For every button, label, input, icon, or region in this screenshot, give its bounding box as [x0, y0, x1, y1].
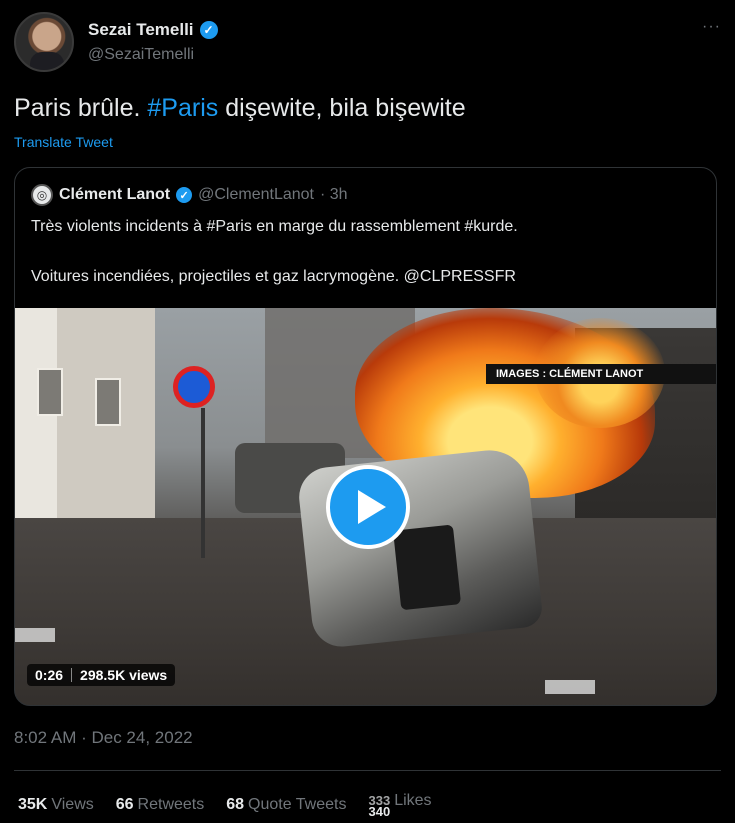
- quoted-author-handle[interactable]: @ClementLanot: [198, 186, 314, 204]
- author-name-row: Sezai Temelli ✓: [88, 20, 218, 40]
- author-display-name[interactable]: Sezai Temelli: [88, 20, 194, 40]
- media-building-left: [15, 308, 155, 538]
- retweets-label: Retweets: [137, 795, 205, 813]
- more-options-icon[interactable]: ···: [702, 18, 721, 36]
- quoted-tweet-header: ◎ Clément Lanot ✓ @ClementLanot · 3h: [31, 184, 348, 206]
- verified-badge-icon: ✓: [199, 21, 218, 39]
- hashtag-link[interactable]: #Paris: [147, 94, 218, 122]
- quote-tweets-label: Quote Tweets: [248, 795, 347, 813]
- views-count: 35K: [18, 795, 48, 813]
- likes-stat[interactable]: 333 340 Likes: [368, 792, 432, 818]
- likes-count-previous: 333: [368, 793, 391, 808]
- tweet-stats: 35K Views 66 Retweets 68 Quote Tweets 33…: [18, 792, 432, 818]
- tweet-text-before: Paris brûle.: [14, 94, 148, 122]
- quoted-time: · 3h: [319, 186, 348, 203]
- media-debris: [545, 680, 595, 694]
- quoted-author-avatar[interactable]: ◎: [31, 184, 53, 206]
- quoted-text-line1: Très violents incidents à #Paris en marg…: [31, 218, 518, 235]
- retweets-count: 66: [115, 795, 134, 813]
- media-debris: [15, 628, 55, 642]
- views-stat[interactable]: 35K Views: [18, 796, 94, 814]
- likes-count: 333 340: [368, 793, 391, 818]
- tweet-text-after: dişewite, bila bişewite: [218, 94, 466, 122]
- no-parking-sign: [173, 366, 215, 408]
- tweet-header: Sezai Temelli ✓ @SezaiTemelli ···: [14, 12, 721, 74]
- quoted-text-line2: Voitures incendiées, projectiles et gaz …: [31, 268, 516, 285]
- video-media[interactable]: IMAGES : CLÉMENT LANOT 0:26 298.5K views: [15, 308, 716, 705]
- views-label: Views: [51, 795, 94, 813]
- quoted-verified-badge-icon: ✓: [176, 187, 193, 203]
- quoted-tweet[interactable]: ◎ Clément Lanot ✓ @ClementLanot · 3h Trè…: [14, 167, 717, 706]
- quoted-author-name[interactable]: Clément Lanot: [59, 186, 170, 204]
- video-info-badge: 0:26 298.5K views: [27, 664, 176, 686]
- play-icon[interactable]: [326, 465, 410, 549]
- tweet-text: Paris brûle. #Paris dişewite, bila bişew…: [14, 94, 466, 123]
- quote-tweets-stat[interactable]: 68 Quote Tweets: [226, 796, 346, 814]
- video-duration: 0:26: [35, 667, 64, 683]
- author-handle[interactable]: @SezaiTemelli: [88, 46, 194, 64]
- tweet-timestamp[interactable]: 8:02 AM · Dec 24, 2022: [14, 728, 193, 748]
- quote-tweets-count: 68: [226, 795, 245, 813]
- translate-tweet-link[interactable]: Translate Tweet: [14, 134, 113, 150]
- video-views: 298.5K views: [80, 667, 168, 683]
- divider: [14, 770, 721, 771]
- likes-label: Likes: [394, 792, 432, 809]
- media-sign-pole: [201, 408, 205, 558]
- media-overturned-car: [296, 446, 544, 650]
- retweets-stat[interactable]: 66 Retweets: [116, 796, 205, 814]
- media-watermark: IMAGES : CLÉMENT LANOT: [486, 364, 716, 384]
- author-avatar[interactable]: [14, 12, 74, 72]
